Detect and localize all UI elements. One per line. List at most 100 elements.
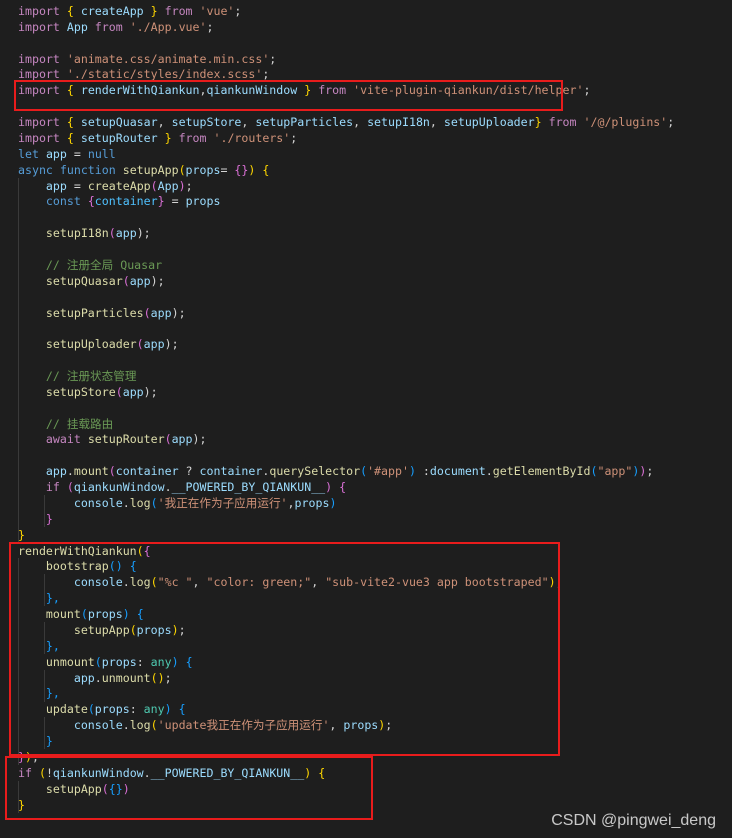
code-token-variable: setupUploader: [443, 115, 535, 130]
code-token-variable: qiankunWindow: [52, 765, 144, 780]
code-token-keyword: from: [164, 4, 193, 18]
code-token-constant: container: [94, 194, 158, 209]
code-token-bracket3: },: [45, 686, 60, 701]
code-line-5: import './static/styles/index.scss';: [18, 66, 269, 82]
code-token-bracket2: (: [108, 464, 116, 479]
code-token-variable: app: [171, 432, 193, 447]
code-token-keyword: import: [18, 67, 60, 82]
code-token-keyword: import: [18, 130, 60, 145]
code-token-plain: .: [122, 575, 130, 590]
code-line-9: import { setupRouter } from './routers';: [18, 130, 297, 146]
code-token-bracket1: }: [18, 797, 25, 812]
code-token-plain: .: [66, 464, 74, 479]
code-token-plain: =: [220, 162, 235, 177]
code-token-plain: );: [192, 432, 207, 447]
code-token-keyword: from: [94, 19, 123, 34]
code-token-variable: container: [199, 464, 263, 479]
code-token-function: mount: [73, 464, 109, 479]
code-token-bracket2: (: [115, 384, 123, 399]
code-line-40: setupApp(props);: [18, 621, 186, 654]
code-line-12: app = createApp(App);: [18, 177, 193, 210]
code-token-variable: document: [429, 464, 486, 479]
code-token-plain: ;: [555, 575, 563, 590]
code-line-24: // 注册状态管理: [18, 368, 137, 400]
code-line-20: setupParticles(app);: [18, 304, 186, 337]
code-token-string: './routers': [213, 130, 291, 145]
code-token-bracket1: (: [38, 765, 46, 780]
code-token-variable: app: [45, 178, 67, 193]
code-line-49: if (!qiankunWindow.__POWERED_BY_QIANKUN_…: [18, 765, 325, 781]
code-token-plain: :: [129, 702, 144, 717]
code-editor[interactable]: import { createApp } from 'vue'; import A…: [0, 0, 732, 838]
code-token-keyword: if: [45, 480, 60, 495]
code-token-comment: // 注册状态管理: [45, 369, 137, 383]
code-token-comment: // 挂载路由: [45, 416, 114, 431]
code-token-string: 'vite-plugin-qiankun/dist/helper': [353, 83, 584, 98]
code-token-variable: props: [185, 194, 221, 209]
code-token-bracket1: {: [66, 130, 74, 145]
code-token-bracket1: ): [548, 575, 556, 590]
code-token-bracket1: ): [171, 622, 179, 637]
code-token-function: setupApp: [122, 162, 179, 177]
code-token-string: "color: green;": [206, 575, 312, 590]
code-token-variable: setupStore: [171, 115, 242, 130]
code-token-bracket3: {}: [108, 781, 123, 796]
code-token-variable: app: [143, 337, 165, 352]
code-token-plain: =: [164, 194, 186, 209]
code-line-2: import App from './App.vue';: [18, 19, 213, 35]
code-token-variable: console: [73, 575, 123, 590]
code-token-plain: =: [66, 146, 88, 161]
code-line-34: }: [18, 527, 25, 543]
code-token-function: bootstrap: [45, 559, 109, 574]
code-token-plain: .: [485, 464, 493, 479]
code-line-36: bootstrap() {: [18, 558, 137, 591]
code-token-variable: app: [122, 384, 144, 399]
code-token-keyword: import: [18, 51, 60, 66]
code-token-bracket3: (: [80, 607, 88, 622]
code-token-bracket2: (: [150, 178, 158, 193]
code-token-variable: setupParticles: [255, 115, 354, 130]
code-token-variable: console: [73, 495, 123, 510]
code-token-variable: setupRouter: [73, 130, 165, 145]
code-token-plain: ,: [311, 575, 326, 590]
code-token-variable: props: [94, 702, 130, 717]
code-token-plain: ;: [583, 83, 591, 98]
code-token-storage: null: [87, 146, 116, 161]
code-token-storage: let: [18, 146, 39, 161]
code-token-bracket2: {: [143, 543, 151, 558]
code-token-bracket3: {: [136, 607, 144, 622]
code-token-variable: createApp: [73, 4, 151, 18]
code-token-plain: ,: [192, 575, 207, 590]
code-token-plain: .: [164, 480, 172, 495]
code-token-plain: ;: [164, 670, 172, 685]
code-token-plain: ,: [157, 115, 172, 130]
code-token-plain: ;: [385, 718, 393, 733]
code-token-string: 'animate.css/animate.min.css': [66, 51, 270, 66]
code-token-bracket3: ): [408, 464, 416, 479]
code-token-keyword: from: [548, 115, 577, 130]
code-token-plain: );: [171, 305, 186, 320]
code-token-bracket2: ): [178, 178, 186, 193]
code-line-6: import { renderWithQiankun,qiankunWindow…: [18, 82, 590, 98]
code-token-plain: ,: [353, 115, 368, 130]
code-token-bracket3: },: [45, 591, 60, 606]
code-token-plain: );: [164, 337, 179, 352]
code-token-bracket2: (: [101, 781, 109, 796]
code-token-variable: app: [73, 670, 95, 685]
